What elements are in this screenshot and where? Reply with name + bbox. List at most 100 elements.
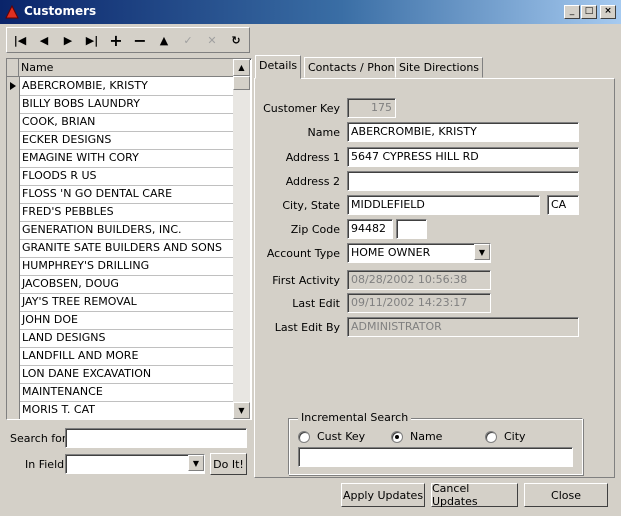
grid-body: ABERCROMBIE, KRISTY BILLY BOBS LAUNDRY COO…	[7, 77, 234, 419]
radio-city-label[interactable]: City	[504, 430, 526, 443]
app-icon	[5, 4, 19, 19]
window-title: Customers	[24, 4, 97, 18]
incremental-search-input[interactable]	[298, 447, 573, 467]
table-row[interactable]: JOHN DOE	[20, 311, 234, 330]
address2-label: Address 2	[285, 175, 340, 188]
refresh-icon[interactable]: ↻	[225, 29, 247, 51]
radio-cust-key[interactable]	[298, 431, 310, 443]
tab-site-directions[interactable]: Site Directions	[395, 57, 484, 78]
radio-cust-key-label[interactable]: Cust Key	[317, 430, 365, 443]
state-field[interactable]: CA	[547, 195, 579, 215]
row-header[interactable]	[7, 383, 20, 402]
zip-field[interactable]: 94482	[347, 219, 393, 239]
row-header[interactable]	[7, 221, 20, 240]
address2-field[interactable]	[347, 171, 579, 191]
name-field[interactable]: ABERCROMBIE, KRISTY	[347, 122, 579, 142]
table-row[interactable]: HUMPHREY'S DRILLING	[20, 257, 234, 276]
scroll-up-button[interactable]: ▲	[233, 59, 250, 76]
table-row[interactable]: ABERCROMBIE, KRISTY	[20, 77, 234, 96]
table-row[interactable]: GRANITE SATE BUILDERS AND SONS	[20, 239, 234, 258]
row-header[interactable]	[7, 149, 20, 168]
table-row[interactable]: JAY'S TREE REMOVAL	[20, 293, 234, 312]
row-header[interactable]	[7, 257, 20, 276]
scroll-down-button[interactable]: ▼	[233, 402, 250, 419]
table-row[interactable]: EMAGINE WITH CORY	[20, 149, 234, 168]
table-row[interactable]: BILLY BOBS LAUNDRY	[20, 95, 234, 114]
row-header[interactable]	[7, 275, 20, 294]
city-field[interactable]: MIDDLEFIELD	[347, 195, 540, 215]
in-field-select[interactable]: ▼	[65, 454, 205, 474]
row-header[interactable]	[7, 329, 20, 348]
chevron-down-icon[interactable]: ▼	[188, 455, 204, 471]
cancel-updates-button[interactable]: Cancel Updates	[431, 482, 518, 508]
account-type-select[interactable]: HOME OWNER ▼	[347, 243, 491, 263]
cancel-edit-icon[interactable]: ✕	[201, 29, 223, 51]
customer-grid[interactable]: Name ABERCROMBIE, KRISTY BILLY BOBS LAUND…	[6, 58, 252, 420]
maximize-button[interactable]: □	[581, 5, 597, 19]
do-it-button[interactable]: Do It!	[210, 453, 247, 475]
row-header[interactable]	[7, 167, 20, 186]
minimize-button[interactable]: _	[564, 5, 580, 19]
row-header[interactable]	[7, 239, 20, 258]
row-header[interactable]	[7, 401, 20, 419]
search-input[interactable]	[65, 428, 247, 448]
current-row-indicator[interactable]	[7, 77, 20, 96]
insert-record-icon[interactable]: +	[105, 29, 127, 51]
row-header[interactable]	[7, 113, 20, 132]
row-header[interactable]	[7, 203, 20, 222]
row-header[interactable]	[7, 311, 20, 330]
address1-field[interactable]: 5647 CYPRESS HILL RD	[347, 147, 579, 167]
edit-record-icon[interactable]: ▲	[153, 29, 175, 51]
row-header[interactable]	[7, 185, 20, 204]
first-record-icon[interactable]: |◀	[9, 29, 31, 51]
in-field-label: In Field	[25, 458, 65, 471]
radio-name-label[interactable]: Name	[410, 430, 442, 443]
column-header-name[interactable]: Name	[21, 61, 53, 74]
account-type-value: HOME OWNER	[351, 246, 431, 259]
row-header[interactable]	[7, 131, 20, 150]
row-header[interactable]	[7, 347, 20, 366]
grid-corner	[7, 59, 19, 77]
last-edit-by-label: Last Edit By	[274, 321, 340, 334]
address1-label: Address 1	[285, 151, 340, 164]
table-row[interactable]: MAINTENANCE	[20, 383, 234, 402]
first-activity-label: First Activity	[272, 274, 340, 287]
prior-record-icon[interactable]: ◀	[33, 29, 55, 51]
scroll-thumb[interactable]	[233, 76, 250, 90]
post-edit-icon[interactable]: ✓	[177, 29, 199, 51]
table-row[interactable]: FLOODS R US	[20, 167, 234, 186]
row-pointer-icon	[10, 82, 16, 90]
close-window-button[interactable]: ×	[600, 5, 616, 19]
tab-contacts-phone[interactable]: Contacts / Phone	[304, 57, 406, 78]
table-row[interactable]: FLOSS 'N GO DENTAL CARE	[20, 185, 234, 204]
table-row[interactable]: LANDFILL AND MORE	[20, 347, 234, 366]
search-label: Search for	[10, 432, 67, 445]
table-row[interactable]: GENERATION BUILDERS, INC.	[20, 221, 234, 240]
apply-updates-button[interactable]: Apply Updates	[341, 483, 425, 507]
table-row[interactable]: ECKER DESIGNS	[20, 131, 234, 150]
last-record-icon[interactable]: ▶|	[81, 29, 103, 51]
chevron-down-icon[interactable]: ▼	[474, 244, 490, 260]
table-row[interactable]: MORIS T. CAT	[20, 401, 234, 419]
row-header[interactable]	[7, 365, 20, 384]
last-edit-field: 09/11/2002 14:23:17	[347, 293, 491, 313]
table-row[interactable]: LAND DESIGNS	[20, 329, 234, 348]
customer-key-label: Customer Key	[263, 102, 340, 115]
row-header[interactable]	[7, 293, 20, 312]
table-row[interactable]: JACOBSEN, DOUG	[20, 275, 234, 294]
table-row[interactable]: LON DANE EXCAVATION	[20, 365, 234, 384]
first-activity-field: 08/28/2002 10:56:38	[347, 270, 491, 290]
tab-details[interactable]: Details	[255, 55, 302, 79]
city-state-label: City, State	[282, 199, 340, 212]
delete-record-icon[interactable]: −	[129, 29, 151, 51]
zip-label: Zip Code	[290, 223, 340, 236]
table-row[interactable]: FRED'S PEBBLES	[20, 203, 234, 222]
row-header[interactable]	[7, 95, 20, 114]
next-record-icon[interactable]: ▶	[57, 29, 79, 51]
grid-header[interactable]: Name	[7, 59, 233, 77]
table-row[interactable]: COOK, BRIAN	[20, 113, 234, 132]
radio-city[interactable]	[485, 431, 497, 443]
zip-extension-field[interactable]	[396, 219, 427, 239]
close-button[interactable]: Close	[524, 483, 608, 507]
radio-name[interactable]	[391, 431, 403, 443]
